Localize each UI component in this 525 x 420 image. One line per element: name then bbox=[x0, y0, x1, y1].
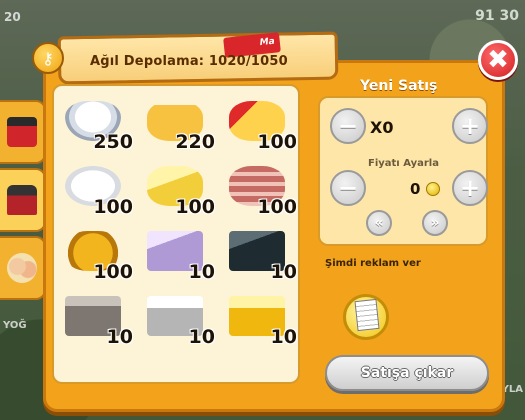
newspaper-icon bbox=[354, 298, 380, 332]
item-quantity: 10 bbox=[188, 261, 215, 283]
storage-item-coal[interactable]: 10 bbox=[219, 225, 299, 289]
key-button[interactable]: ⚷ bbox=[32, 42, 64, 74]
edge-label-left: YOĞ bbox=[3, 320, 27, 331]
sell-button-label: Satışa çıkar bbox=[360, 365, 454, 381]
characters-icon bbox=[7, 253, 37, 283]
price-min-button[interactable]: « bbox=[366, 210, 392, 236]
tab-friends[interactable] bbox=[0, 236, 46, 300]
item-quantity: 100 bbox=[257, 196, 297, 218]
minus-icon: − bbox=[337, 174, 359, 202]
item-quantity: 10 bbox=[270, 261, 297, 283]
storage-title: Ağıl Depolama: 1020/1050 bbox=[90, 54, 288, 69]
silo-barn-icon bbox=[7, 185, 37, 215]
coin-icon bbox=[426, 182, 440, 196]
storage-item-goat-cheese[interactable]: 100 bbox=[55, 160, 135, 224]
put-on-sale-button[interactable]: Satışa çıkar bbox=[325, 355, 489, 391]
close-button[interactable]: ✖ bbox=[478, 40, 518, 80]
price-max-button[interactable]: » bbox=[422, 210, 448, 236]
item-quantity: 10 bbox=[188, 326, 215, 348]
plus-icon: + bbox=[459, 174, 481, 202]
storage-item-butter[interactable]: 100 bbox=[137, 160, 217, 224]
barn-red-icon bbox=[7, 117, 37, 147]
price-decrease-button[interactable]: − bbox=[330, 170, 366, 206]
storage-item-bacon[interactable]: 100 bbox=[219, 160, 299, 224]
item-quantity: 100 bbox=[93, 196, 133, 218]
storage-item-gold-bar[interactable]: 10 bbox=[219, 290, 299, 354]
price-value: 0 bbox=[410, 180, 421, 198]
advertise-label: Şimdi reklam ver bbox=[325, 258, 421, 269]
item-quantity: 100 bbox=[257, 131, 297, 153]
plus-icon: + bbox=[459, 112, 481, 140]
key-icon: ⚷ bbox=[42, 48, 54, 68]
price-increase-button[interactable]: + bbox=[452, 170, 488, 206]
item-quantity: 10 bbox=[270, 326, 297, 348]
quantity-decrease-button[interactable]: − bbox=[330, 108, 366, 144]
tab-pen-storage[interactable] bbox=[0, 168, 46, 232]
storage-item-cheese[interactable]: 100 bbox=[219, 95, 299, 159]
price-label: Fiyatı Ayarla bbox=[368, 158, 439, 169]
storage-item-cream[interactable]: 250 bbox=[55, 95, 135, 159]
quantity-value: X0 bbox=[370, 118, 394, 137]
double-chevron-right-icon: » bbox=[430, 215, 440, 231]
item-quantity: 100 bbox=[175, 196, 215, 218]
quantity-increase-button[interactable]: + bbox=[452, 108, 488, 144]
storage-item-oil[interactable]: 220 bbox=[137, 95, 217, 159]
storage-item-silver-bar[interactable]: 10 bbox=[137, 290, 217, 354]
storage-item-honey-pot[interactable]: 100 bbox=[55, 225, 135, 289]
tab-barn-storage[interactable] bbox=[0, 100, 46, 164]
storage-item-iron-bar[interactable]: 10 bbox=[55, 290, 135, 354]
minus-icon: − bbox=[337, 112, 359, 140]
hud-top-left-value: 20 bbox=[4, 10, 21, 24]
sale-title: Yeni Satış bbox=[360, 78, 438, 94]
hud-top-right-value: 91 30 bbox=[475, 8, 519, 24]
item-quantity: 10 bbox=[106, 326, 133, 348]
double-chevron-left-icon: « bbox=[374, 215, 384, 231]
close-icon: ✖ bbox=[487, 45, 509, 75]
item-quantity: 100 bbox=[93, 261, 133, 283]
item-quantity: 220 bbox=[175, 131, 215, 153]
item-quantity: 250 bbox=[93, 131, 133, 153]
storage-item-silver-ore[interactable]: 10 bbox=[137, 225, 217, 289]
